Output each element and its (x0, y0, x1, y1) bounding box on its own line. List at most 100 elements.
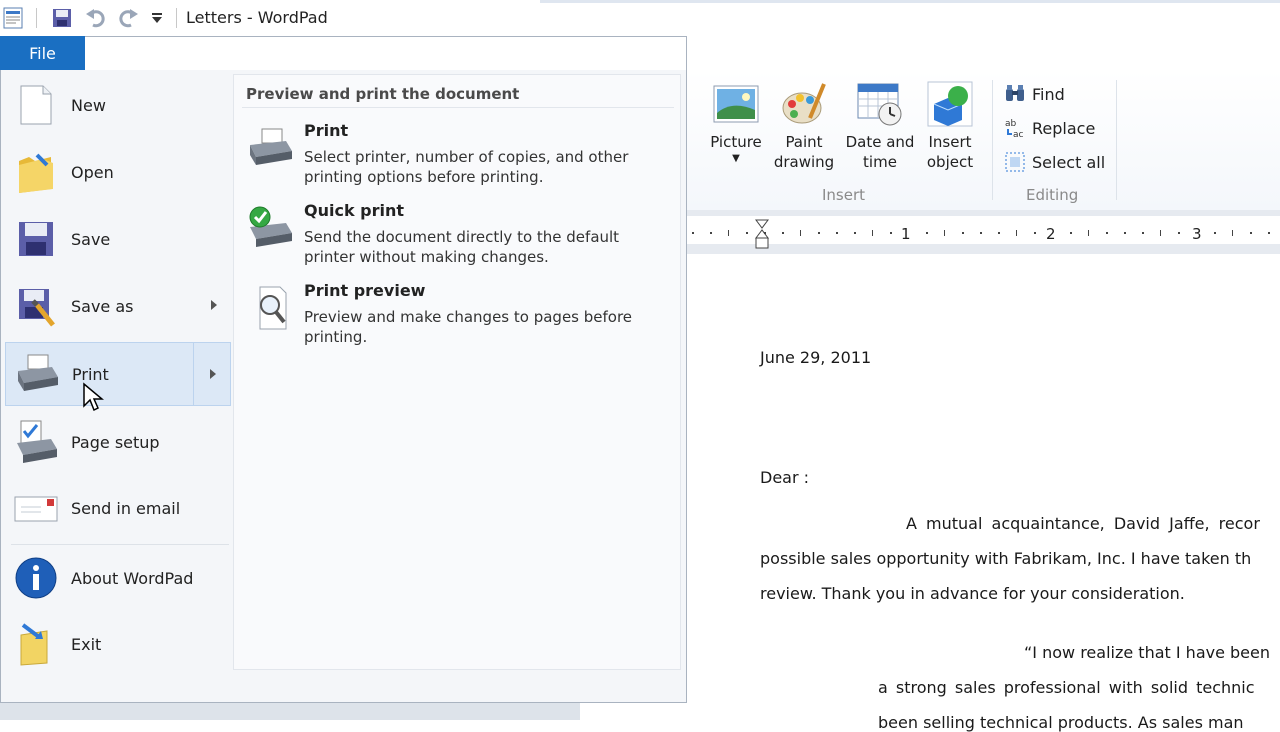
description-line: Send the document directly to the defaul… (304, 228, 620, 246)
ruler-tick (1034, 232, 1036, 234)
print-option-title: Quick print (304, 201, 405, 220)
replace-icon: ab ac (1004, 117, 1026, 140)
qat-separator (36, 8, 37, 28)
ruler-tick (890, 232, 892, 234)
menu-item-exit[interactable]: Exit (5, 612, 231, 676)
ruler-number-3: 3 (1192, 225, 1202, 243)
date-and-time-button[interactable]: Date and time (842, 80, 918, 172)
binoculars-icon (1004, 83, 1026, 105)
menu-item-label: About WordPad (71, 568, 194, 588)
ruler-tick (872, 230, 873, 236)
print-option-description: Preview and make changes to pages before… (304, 307, 632, 347)
mouse-pointer-icon (82, 382, 105, 414)
menu-item-label: Page setup (71, 432, 160, 452)
undo-icon[interactable] (84, 6, 108, 30)
qat-separator (176, 8, 177, 28)
insert-picture-button[interactable]: Picture ▼ (704, 80, 768, 166)
ruler-band: 1 2 3 (686, 216, 1280, 249)
menu-item-label: Save (71, 229, 111, 249)
select-all-label: Select all (1032, 152, 1106, 172)
menu-item-label: Save as (71, 296, 134, 316)
letter-paragraph-line: possible sales opportunity with Fabrikam… (760, 549, 1252, 568)
menu-item-save-as[interactable]: Save as (5, 274, 231, 338)
print-option-title: Print preview (304, 281, 426, 300)
ruler-tick (836, 232, 838, 234)
menu-item-open[interactable]: Open (5, 140, 231, 204)
ruler-tick (1142, 232, 1144, 234)
ruler-tick (1250, 232, 1252, 234)
find-label: Find (1032, 84, 1065, 104)
menu-item-page-setup[interactable]: Page setup (5, 410, 231, 474)
insert-object-label-line2: object (926, 153, 974, 171)
svg-text:ab: ab (1005, 119, 1017, 129)
title-accent (540, 0, 1280, 3)
ruler-tick (818, 232, 820, 234)
print-option-quick-print[interactable]: Quick print Send the document directly t… (242, 201, 674, 277)
date-and-time-label-line1: Date and (845, 133, 915, 151)
heading-divider (242, 107, 674, 108)
print-preview-icon (246, 285, 296, 331)
menu-item-about-wordpad[interactable]: About WordPad (5, 546, 231, 610)
redo-icon[interactable] (116, 6, 140, 30)
submenu-arrow-icon[interactable] (210, 369, 216, 379)
document-area[interactable]: June 29, 2011 Dear : A mutual acquaintan… (686, 254, 1280, 732)
page-setup-icon (13, 419, 59, 465)
description-line: printing options before printing. (304, 168, 544, 186)
letter-quote-line: a strong sales professional with solid t… (878, 678, 1255, 697)
print-option-print[interactable]: Print Select printer, number of copies, … (242, 121, 674, 197)
ruler-tick (854, 232, 856, 234)
file-tab[interactable]: File (0, 36, 85, 70)
info-icon (13, 555, 59, 601)
paint-drawing-button[interactable]: Paint drawing (770, 80, 838, 172)
insert-object-icon (926, 80, 974, 128)
save-icon[interactable] (50, 6, 74, 30)
menu-item-print[interactable]: Print (5, 342, 231, 406)
insert-group-label: Insert (822, 186, 866, 204)
indent-marker-icon[interactable] (754, 218, 770, 256)
ruler-tick (926, 232, 928, 234)
letter-date: June 29, 2011 (760, 348, 872, 367)
menu-item-new[interactable]: New (5, 73, 231, 137)
menu-item-label: Exit (71, 634, 102, 654)
description-line: Select printer, number of copies, and ot… (304, 148, 629, 166)
ruler-tick (1160, 230, 1161, 236)
menu-item-send-in-email[interactable]: Send in email (5, 476, 231, 540)
ruler-tick (980, 232, 982, 234)
print-option-print-preview[interactable]: Print preview Preview and make changes t… (242, 281, 674, 357)
ruler-tick (1268, 232, 1270, 234)
floppy-disk-icon (13, 216, 59, 262)
select-all-button[interactable]: Select all (1004, 151, 1105, 173)
replace-button[interactable]: ab ac Replace (1004, 117, 1095, 141)
ruler-tick (1016, 230, 1017, 236)
letter-salutation: Dear : (760, 468, 810, 487)
printer-icon (246, 125, 296, 171)
file-menu-commands: New Open Save Save as Print Page setup S… (1, 70, 233, 676)
find-button[interactable]: Find (1004, 83, 1065, 105)
print-option-title: Print (304, 121, 349, 140)
menu-item-save[interactable]: Save (5, 207, 231, 271)
calendar-clock-icon (856, 80, 904, 128)
ribbon-tab-strip (686, 36, 1280, 71)
paint-drawing-label-line1: Paint (785, 133, 823, 151)
ruler-tick (746, 232, 748, 234)
ruler-tick (1070, 232, 1072, 234)
insert-object-button[interactable]: Insert object (920, 80, 980, 172)
submenu-arrow-icon (211, 300, 217, 310)
print-submenu-panel: Preview and print the document Print Sel… (233, 74, 681, 670)
menu-item-label: New (71, 95, 106, 115)
editing-group-label: Editing (1026, 186, 1079, 204)
window-title: Letters - WordPad (186, 8, 328, 27)
split-divider (193, 343, 194, 405)
ruler-tick (800, 230, 801, 236)
ruler-tick (1088, 230, 1089, 236)
ruler[interactable]: 1 2 3 (686, 210, 1280, 254)
printer-icon (14, 351, 60, 397)
print-panel-heading: Preview and print the document (246, 85, 520, 103)
menu-item-label: Send in email (71, 498, 181, 518)
wordpad-app-icon[interactable] (2, 6, 24, 30)
title-bar: Letters - WordPad (0, 0, 1280, 36)
group-separator (992, 80, 993, 200)
customize-qat-icon[interactable] (148, 6, 166, 30)
description-line: printing. (304, 328, 368, 346)
taskbar-edge (0, 703, 580, 720)
